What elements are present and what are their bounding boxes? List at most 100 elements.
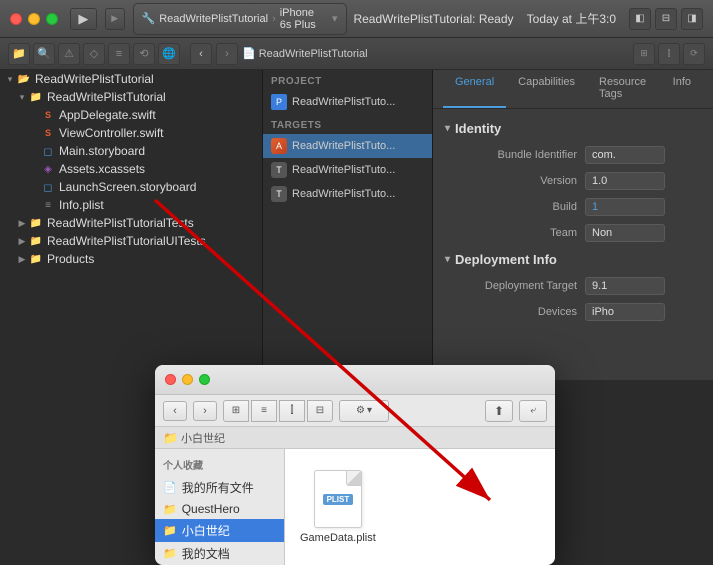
minimize-button[interactable] (28, 13, 40, 25)
finder-max-btn[interactable] (199, 374, 210, 385)
team-value[interactable]: Non (585, 224, 665, 242)
finder-forward-btn[interactable]: › (193, 401, 217, 421)
main-content: ▾ 📂 ReadWritePlistTutorial ▾ 📁 ReadWrite… (0, 70, 713, 380)
deployment-target-value[interactable]: 9.1 (585, 277, 665, 295)
title-center: ReadWritePlistTutorial: Ready Today at 上… (347, 10, 624, 27)
version-editor-btn[interactable]: ⟳ (683, 43, 705, 65)
nav-scm-btn[interactable]: ⟲ (133, 43, 155, 65)
folder-icon: 📁 (163, 503, 177, 516)
assistant-editor-btn[interactable]: ⫿ (658, 43, 680, 65)
bundle-id-value[interactable]: com. (585, 146, 665, 164)
finder-back-btn[interactable]: ‹ (163, 401, 187, 421)
devices-value[interactable]: iPho (585, 303, 665, 321)
target-label-2: ReadWritePlistTuto... (292, 188, 395, 200)
build-value[interactable]: 1 (585, 198, 665, 216)
stop-button[interactable]: ▶ (105, 8, 125, 30)
tab-general[interactable]: General (443, 70, 506, 108)
finder-window: ‹ › ⊞ ≡ ⫿ ⊟ ⚙ ▾ ⬆ ⤶ 📁 小白世纪 个人收藏 📄 我的所有文件 (155, 365, 555, 565)
close-button[interactable] (10, 13, 22, 25)
target-label-1: ReadWritePlistTuto... (292, 164, 395, 176)
scheme-name: ReadWritePlistTutorial (159, 13, 268, 25)
breadcrumb-item: 📁 小白世纪 (163, 430, 225, 446)
finder-path-btn[interactable]: ⤶ (519, 400, 547, 422)
tab-info[interactable]: Info (661, 70, 703, 108)
nav-appdelegate[interactable]: ▶ S AppDelegate.swift (0, 106, 262, 124)
finder-share-btn[interactable]: ⬆ (485, 400, 513, 422)
finder-coverflow-view-btn[interactable]: ⊟ (307, 400, 333, 422)
finder-column-view-btn[interactable]: ⫿ (279, 400, 305, 422)
nav-search-btn[interactable]: 🔍 (33, 43, 55, 65)
sidebar-item-label: 小白世纪 (182, 522, 230, 539)
nav-assets[interactable]: ▶ ◈ Assets.xcassets (0, 160, 262, 178)
sidebar-item-xiaobai[interactable]: 📁 小白世纪 (155, 519, 284, 542)
editor-forward-btn[interactable]: › (216, 43, 238, 65)
targets-section-label: TARGETS (263, 114, 432, 134)
inspector-toggle[interactable]: ◨ (681, 8, 703, 30)
deployment-section-title: ▾ Deployment Info (445, 252, 701, 267)
asset-icon: ◈ (40, 162, 56, 176)
nav-main-storyboard[interactable]: ▶ ◻ Main.storyboard (0, 142, 262, 160)
tab-capabilities[interactable]: Capabilities (506, 70, 587, 108)
no-arrow: ▶ (28, 200, 40, 211)
run-button[interactable]: ▶ (70, 8, 97, 30)
file-item-gamedata[interactable]: PLIST GameData.plist (300, 470, 376, 544)
nav-loc-btn[interactable]: 🌐 (158, 43, 180, 65)
finder-action-btn[interactable]: ⚙ ▾ (339, 400, 389, 422)
no-arrow: ▶ (28, 110, 40, 121)
nav-debug-btn[interactable]: ≡ (108, 43, 130, 65)
editor-back-btn[interactable]: ‹ (190, 43, 212, 65)
version-value[interactable]: 1.0 (585, 172, 665, 190)
nav-tests[interactable]: ▶ 📁 ReadWritePlistTutorialTests (0, 214, 262, 232)
devices-label: Devices (445, 306, 585, 318)
sidebar-item-all[interactable]: 📄 我的所有文件 (155, 476, 284, 499)
device-name: iPhone 6s Plus (280, 7, 328, 31)
finder-min-btn[interactable] (182, 374, 193, 385)
settings-area: General Capabilities Resource Tags Info … (433, 70, 713, 380)
navigator-toggle[interactable]: ◧ (629, 8, 651, 30)
scheme-selector[interactable]: 🔧 ReadWritePlistTutorial › iPhone 6s Plu… (133, 3, 347, 35)
finder-icon-view-btn[interactable]: ⊞ (223, 400, 249, 422)
finder-close-btn[interactable] (165, 374, 176, 385)
bundle-id-row: Bundle Identifier com. (445, 146, 701, 164)
project-icon: 📂 (16, 72, 32, 86)
scheme-icon: 🔧 (142, 12, 156, 25)
settings-content: ▾ Identity Bundle Identifier com. Versio… (433, 109, 713, 341)
debug-toggle[interactable]: ⊟ (655, 8, 677, 30)
finder-list-view-btn[interactable]: ≡ (251, 400, 277, 422)
breadcrumb-label: 小白世纪 (181, 430, 225, 446)
target-item-0[interactable]: A ReadWritePlistTuto... (263, 134, 432, 158)
target-item-2[interactable]: T ReadWritePlistTuto... (263, 182, 432, 206)
expand-arrow: ▶ (16, 236, 28, 247)
nav-launchscreen[interactable]: ▶ ◻ LaunchScreen.storyboard (0, 178, 262, 196)
nav-test-btn[interactable]: ◇ (83, 43, 105, 65)
nav-item-label: Info.plist (59, 198, 104, 212)
nav-root[interactable]: ▾ 📂 ReadWritePlistTutorial (0, 70, 262, 88)
right-panel: PROJECT P ReadWritePlistTuto... TARGETS … (263, 70, 713, 380)
nav-folder-btn[interactable]: 📁 (8, 43, 30, 65)
expand-arrow: ▶ (16, 218, 28, 229)
gear-icon: ⚙ (356, 405, 365, 416)
no-arrow: ▶ (28, 128, 40, 139)
tab-resource-tags[interactable]: Resource Tags (587, 70, 661, 108)
folder-icon: 📁 (163, 547, 177, 560)
target-item-1[interactable]: T ReadWritePlistTuto... (263, 158, 432, 182)
nav-ui-tests[interactable]: ▶ 📁 ReadWritePlistTutorialUITests (0, 232, 262, 250)
sidebar-item-label: 我的文档 (182, 545, 230, 562)
nav-item-label: LaunchScreen.storyboard (59, 180, 196, 194)
target-icon-2: T (271, 186, 287, 202)
breadcrumb-folder-icon: 📁 (163, 431, 178, 445)
maximize-button[interactable] (46, 13, 58, 25)
sidebar-item-documents[interactable]: 📁 我的文档 (155, 542, 284, 565)
sidebar-item-questhero[interactable]: 📁 QuestHero (155, 499, 284, 519)
team-label: Team (445, 227, 585, 239)
project-item[interactable]: P ReadWritePlistTuto... (263, 90, 432, 114)
nav-item-label: ReadWritePlistTutorialTests (47, 216, 194, 230)
nav-project[interactable]: ▾ 📁 ReadWritePlistTutorial (0, 88, 262, 106)
nav-viewcontroller[interactable]: ▶ S ViewController.swift (0, 124, 262, 142)
editor-view-btn[interactable]: ⊞ (633, 43, 655, 65)
no-arrow: ▶ (28, 182, 40, 193)
nav-warning-btn[interactable]: ⚠ (58, 43, 80, 65)
all-files-icon: 📄 (163, 481, 177, 494)
nav-info-plist[interactable]: ▶ ≡ Info.plist (0, 196, 262, 214)
nav-products[interactable]: ▶ 📁 Products (0, 250, 262, 268)
